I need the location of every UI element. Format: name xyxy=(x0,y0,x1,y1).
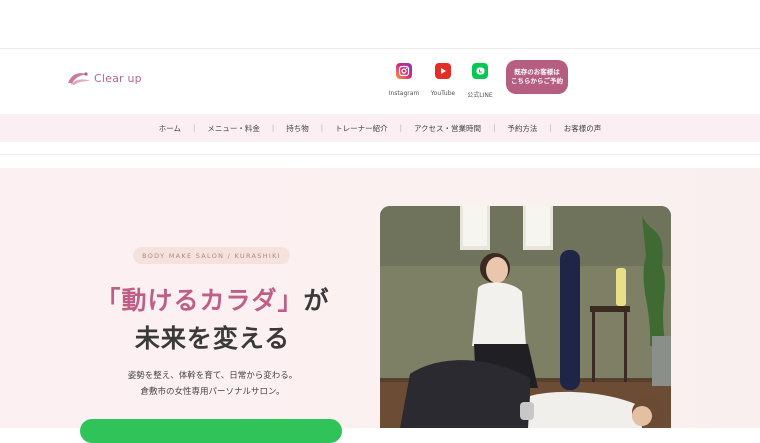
hero-subtext: 姿勢を整え、体幹を育て、日常から変わる。 倉敷市の女性専用パーソナルサロン。 xyxy=(95,368,330,400)
nav-testimonials[interactable]: お客様の声 xyxy=(564,123,602,134)
youtube-link[interactable]: YouTube xyxy=(423,63,463,97)
headline-particle: が xyxy=(303,286,330,315)
hero-sub-line1: 姿勢を整え、体幹を育て、日常から変わる。 xyxy=(127,371,298,381)
youtube-icon xyxy=(435,63,451,79)
nav-separator: | xyxy=(549,124,552,132)
nav-reservation-method[interactable]: 予約方法 xyxy=(507,123,537,134)
site-logo[interactable]: Clear up xyxy=(66,66,142,90)
instagram-label: Instagram xyxy=(388,90,420,97)
nav-separator: | xyxy=(271,124,275,132)
instagram-icon xyxy=(396,63,412,79)
instagram-link[interactable]: Instagram xyxy=(384,63,424,97)
logo-swirl-icon xyxy=(68,72,90,85)
youtube-label: YouTube xyxy=(430,90,456,97)
hero-headline: 「動けるカラダ」が 未来を変える xyxy=(95,282,330,358)
cta-line2: こちらからご予約 xyxy=(511,77,563,85)
nav-menu-price[interactable]: メニュー・料金 xyxy=(207,123,260,134)
nav-separator: | xyxy=(193,124,196,132)
training-photo-image xyxy=(380,206,671,428)
nav-home[interactable]: ホーム xyxy=(159,123,181,134)
nav-separator: | xyxy=(493,124,496,132)
line-label: 公式LINE xyxy=(467,92,493,99)
existing-customer-reservation-button[interactable]: 既存のお客様は こちらからご予約 xyxy=(506,60,568,94)
nav-trainer[interactable]: トレーナー紹介 xyxy=(335,123,388,134)
cta-line1: 既存のお客様は xyxy=(514,68,560,76)
headline-highlight: 「動けるカラダ」 xyxy=(95,286,304,315)
nav-separator: | xyxy=(399,124,402,132)
nav-access-hours[interactable]: アクセス・営業時間 xyxy=(414,123,481,134)
global-nav: ホーム | メニュー・料金 | 持ち物 | トレーナー紹介 | アクセス・営業時… xyxy=(0,114,760,142)
hero-badge: BODY MAKE SALON / KURASHIKI xyxy=(133,247,290,264)
headline-line2: 未来を変える xyxy=(134,324,291,353)
hero-photo xyxy=(380,206,671,428)
nav-bottom-strip xyxy=(0,142,760,155)
line-link[interactable]: 公式LINE xyxy=(460,63,500,99)
hero-sub-line2: 倉敷市の女性専用パーソナルサロン。 xyxy=(140,387,285,397)
nav-separator: | xyxy=(320,124,324,132)
line-reservation-button[interactable] xyxy=(80,419,342,443)
line-icon xyxy=(472,63,488,79)
nav-belongings[interactable]: 持ち物 xyxy=(286,123,309,134)
logo-text: Clear up xyxy=(94,71,142,85)
top-blank-bar xyxy=(0,0,760,49)
